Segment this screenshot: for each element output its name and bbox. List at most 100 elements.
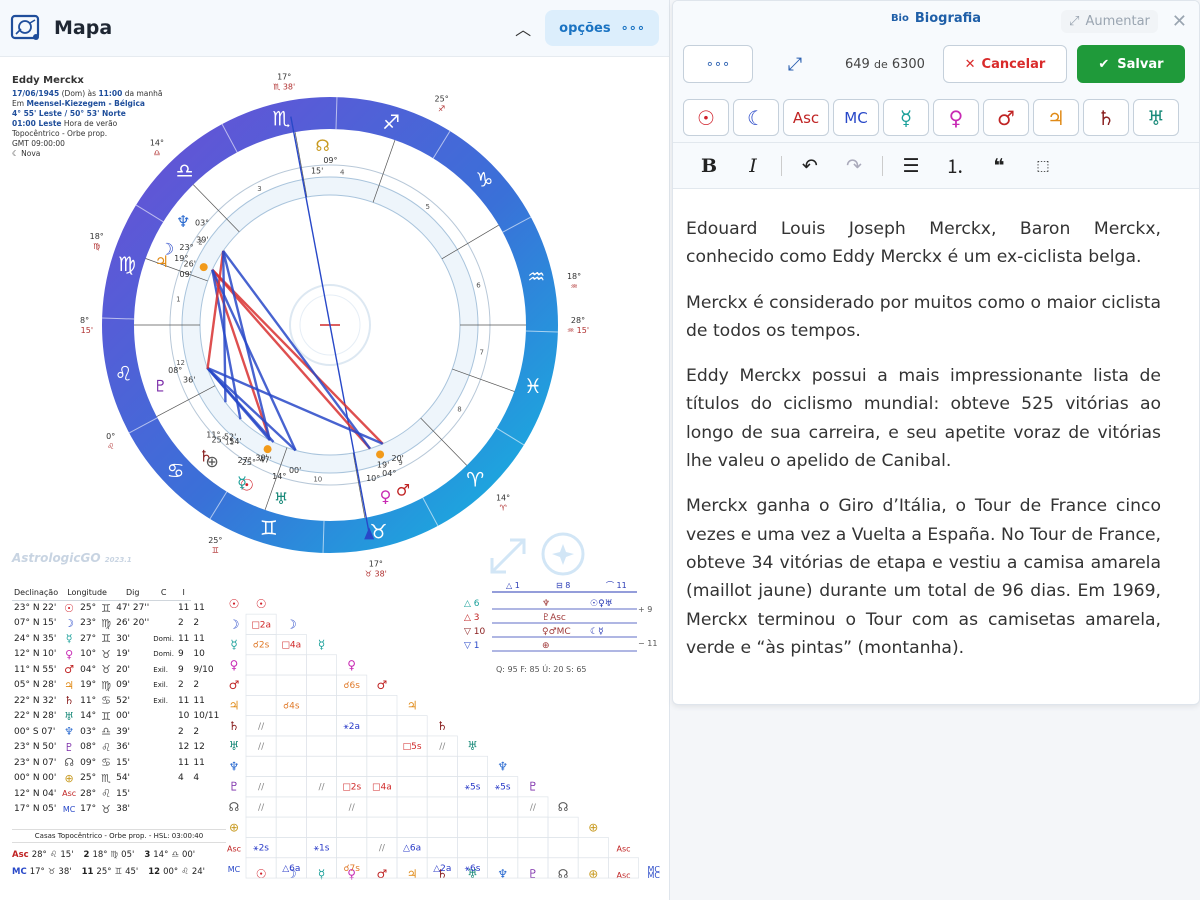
grid-diag-glyph: ☿ (318, 638, 325, 652)
position-lon: 23° (80, 618, 97, 629)
italic-button[interactable]: I (731, 155, 775, 177)
position-lonmin: 30' (116, 633, 131, 644)
position-dec: 00° N 00' (14, 773, 57, 784)
position-lon: 17° (80, 804, 97, 815)
planet-button-3[interactable]: MC (833, 99, 879, 136)
position-lonmin: 15' (116, 757, 131, 768)
aspect-cell: △6a (282, 864, 300, 874)
biography-text[interactable]: Edouard Louis Joseph Merckx, Baron Merck… (673, 189, 1199, 662)
planet-button-8[interactable]: ♄ (1083, 99, 1129, 136)
grid-cell (457, 837, 488, 859)
aspect-cell: ⚹2a (343, 722, 360, 732)
close-icon[interactable]: ✕ (1172, 11, 1187, 32)
position-i: 2 (193, 618, 200, 629)
moon-phase: Nova (21, 149, 41, 158)
watermark-brand: AstrologicGO (12, 551, 101, 565)
more-options-button[interactable]: ∘∘∘ (683, 45, 753, 83)
position-lonmin: 38' (116, 804, 131, 815)
grid-cell (275, 715, 307, 737)
page-title: Mapa (54, 17, 113, 39)
house-deg: 00° (163, 866, 179, 877)
planet-button-5[interactable]: ♀ (933, 99, 979, 136)
position-dec: 22° N 28' (14, 711, 57, 722)
grid-cell (426, 816, 458, 838)
position-glyph: ☊ (64, 756, 74, 770)
planet-button-6[interactable]: ♂ (983, 99, 1029, 136)
house-min: 05' (121, 849, 135, 860)
element-row-label: ▽ 1 (464, 641, 480, 651)
position-row: 23° N 22' ☉ 25° ♊ 47' 27'' 11 11 (12, 600, 221, 616)
bullet-list-icon[interactable]: ☰ (889, 155, 933, 177)
position-i: 11 (193, 633, 205, 644)
collapse-chevron-icon[interactable]: ︿ (515, 16, 531, 40)
select-all-icon[interactable]: ⬚ (1021, 158, 1065, 174)
position-dig: Exil. (153, 681, 168, 690)
zodiac-sign-glyph: ♍ (118, 252, 136, 276)
chart-map-icon (10, 14, 40, 40)
grid-cell (306, 715, 337, 737)
redo-icon[interactable]: ↷ (832, 155, 876, 177)
house-cusp: 11 25° ♊ 45' (82, 867, 142, 877)
planet-degree: 09° (323, 156, 337, 165)
grid-cell (275, 837, 307, 859)
position-lonmin: 19' (116, 649, 131, 660)
cusp-sign: ♊ (212, 546, 219, 555)
grid-row-glyph: MC (228, 865, 241, 874)
bold-button[interactable]: B (687, 155, 731, 177)
planet-button-2[interactable]: Asc (783, 99, 829, 136)
position-dec: 12° N 10' (14, 649, 57, 660)
char-sep: de (873, 57, 888, 71)
position-dig: Domi. (153, 650, 174, 659)
options-button[interactable]: opções ∘∘∘ (545, 10, 659, 46)
position-sign: ♉ (101, 663, 112, 677)
grid-cell (517, 816, 549, 838)
position-lon: 14° (80, 711, 97, 722)
undo-icon[interactable]: ↶ (788, 155, 832, 177)
check-icon: ✔ (1098, 56, 1110, 72)
position-i: 11 (193, 695, 205, 706)
position-i: 11 (193, 602, 205, 613)
planet-button-9[interactable]: ♅ (1133, 99, 1179, 136)
fullscreen-icon[interactable]: ⤢ (763, 54, 827, 75)
cancel-button[interactable]: ✕ Cancelar (942, 45, 1067, 83)
grid-bottom-glyph: ☉ (256, 867, 267, 881)
numbered-list-icon[interactable]: ⒈ (933, 152, 977, 179)
position-dec: 23° N 07' (14, 757, 57, 768)
house-min: 45' (125, 866, 139, 877)
zodiac-sign-glyph: ♐ (382, 110, 400, 134)
planet-glyph: ⊕ (205, 452, 218, 471)
grid-cell (306, 674, 337, 696)
planet-degree: 23° (179, 243, 193, 252)
position-row: 00° N 00' ⊕ 25° ♏ 54' 4 4 (12, 771, 221, 787)
planet-button-1[interactable]: ☾ (733, 99, 779, 136)
planet-glyph: ♆ (176, 212, 190, 231)
editor-title: Biografia (914, 10, 982, 26)
grid-row-glyph: ♇ (229, 780, 240, 794)
grid-cell (306, 755, 337, 777)
cusp-sign: ♍ (93, 242, 100, 251)
house-deg: 18° (92, 849, 108, 860)
astrology-wheel: ♈♉♊♋♌♍♎♏ ♐♑♒♓123456789101112☉25° 47'♅14°00… (80, 72, 589, 578)
house-deg: 28° (31, 849, 47, 860)
more-dots-icon: ∘∘∘ (705, 56, 731, 72)
grid-cell (426, 755, 458, 777)
zodiac-sign-glyph: ♎ (176, 159, 194, 183)
aspect-cell: // (258, 742, 265, 752)
planet-button-7[interactable]: ♃ (1033, 99, 1079, 136)
planet-button-0[interactable]: ☉ (683, 99, 729, 136)
quote-icon[interactable]: ❝ (977, 155, 1021, 177)
position-i: 10/11 (193, 711, 220, 722)
grid-diag-glyph: ☊ (558, 800, 569, 814)
timezone: 01:00 Leste (12, 119, 62, 128)
grid-cell (547, 816, 579, 838)
grid-row-glyph: ☽ (229, 617, 240, 631)
aspect-cell: ⚹1s (314, 844, 330, 854)
planet-degree: 03° (195, 219, 209, 228)
x-icon: ✕ (964, 56, 976, 72)
expand-window-button[interactable]: ⤢ Aumentar (1061, 10, 1158, 33)
grid-cell (396, 776, 428, 798)
house-number: 5 (425, 203, 429, 211)
planet-button-4[interactable]: ☿ (883, 99, 929, 136)
zodiac-sign-glyph: ♋ (167, 458, 185, 482)
save-button[interactable]: ✔ Salvar (1076, 45, 1185, 83)
